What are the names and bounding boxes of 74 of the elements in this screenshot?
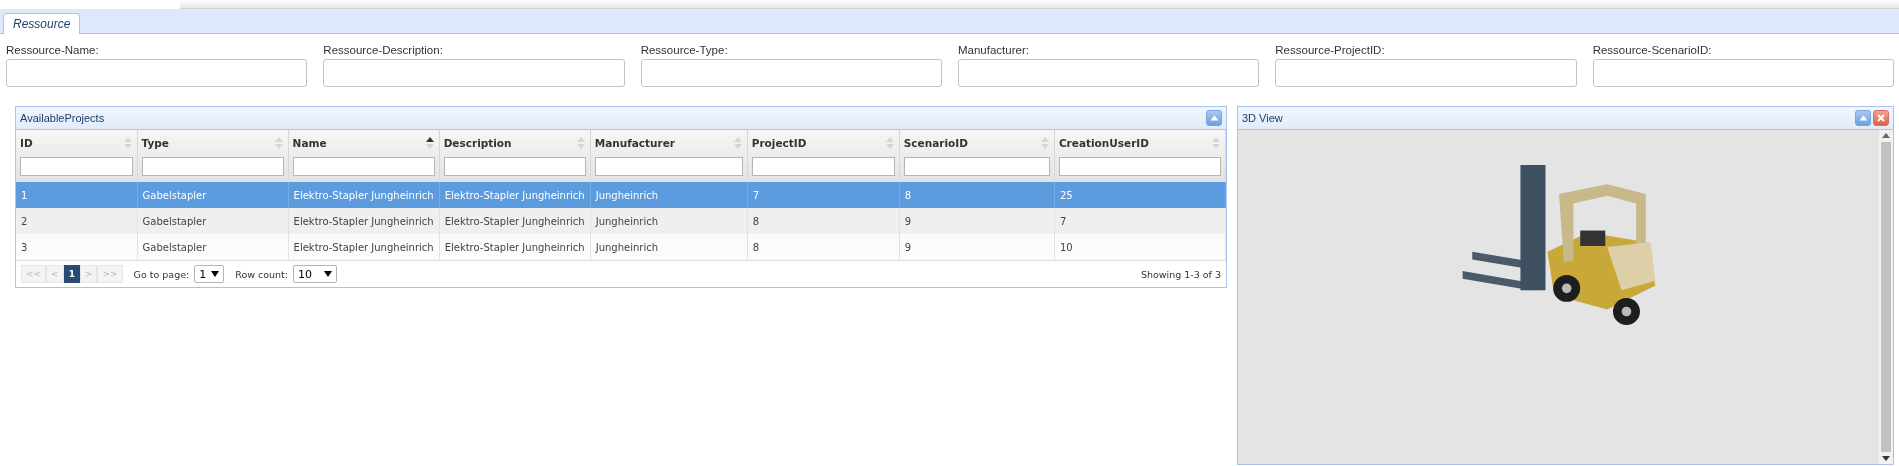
table-cell: Elektro-Stapler Jungheinrich [293,215,434,227]
table-cell: 9 [904,241,912,253]
field-label: Manufacturer: [958,44,1030,56]
column-header[interactable]: CreationUserID [1058,136,1149,149]
panel-title: AvailableProjects [20,112,105,124]
collapse-button[interactable] [1206,110,1222,126]
scroll-down-icon[interactable] [1882,456,1890,461]
table-cell: 2 [21,215,28,227]
table-cell: 8 [752,241,760,253]
scrollbar[interactable] [1879,130,1893,464]
table-cell: Gabelstapler [142,215,207,227]
input-field[interactable] [1275,59,1577,87]
row-count-select[interactable]: 10 [293,265,337,283]
row-summary: Showing 1-3 of 3 [1140,268,1221,280]
caret-icon [211,271,220,277]
table-cell: 1 [21,189,28,201]
table-cell: Elektro-Stapler Jungheinrich [444,215,585,227]
field-label: Ressource-ProjectID: [1275,44,1386,56]
field-label: Ressource-ScenarioID: [1592,44,1713,56]
input-field[interactable] [323,59,625,87]
column-header[interactable]: Manufacturer [594,136,676,149]
input-field[interactable] [1592,59,1894,87]
table-cell: 7 [752,189,760,201]
collapse-button[interactable] [1855,110,1871,126]
sort-icon[interactable] [424,135,435,150]
filter-field[interactable] [20,157,133,176]
table-cell: 7 [1059,215,1067,227]
table-cell: Elektro-Stapler Jungheinrich [444,189,585,201]
table-cell: Elektro-Stapler Jungheinrich [444,241,585,253]
field-label: Ressource-Type: [640,44,729,56]
filter-field[interactable] [141,157,284,176]
column-header[interactable]: ProjectID [751,136,807,149]
filter-field[interactable] [903,157,1050,176]
filter-field[interactable] [594,157,743,176]
filter-field[interactable] [1058,157,1221,176]
collapse-icon [1209,115,1219,121]
column-header[interactable]: ScenarioID [903,136,968,149]
collapse-icon [1858,115,1868,121]
scroll-up-icon[interactable] [1882,133,1890,138]
table-cell: Jungheinrich [595,241,658,253]
field-label: Ressource-Description: [323,44,444,56]
filter-field[interactable] [292,157,435,176]
goto-label: Go to page: [133,268,190,280]
panel-title: 3D View [1242,112,1283,124]
table-cell: Gabelstapler [142,241,207,253]
page-select[interactable]: 1 [194,265,225,283]
table-row[interactable]: 2 Gabelstapler Elektro-Stapler Jungheinrich Elektro-Stapler Jungheinrich Jungheinrich 8 9 7 [16,208,1226,234]
input-field[interactable] [6,59,308,87]
caret-icon [324,271,332,277]
table-cell: 8 [904,189,912,201]
table-cell: 25 [1059,189,1073,201]
filter-field[interactable] [443,157,586,176]
table-cell: 10 [1059,241,1073,253]
close-icon [1877,114,1885,122]
row-count-label: Row count: [235,268,288,280]
input-field[interactable] [958,59,1260,87]
filter-field[interactable] [751,157,895,176]
table-cell: Gabelstapler [142,189,207,201]
table-cell: 3 [21,241,28,253]
table-cell: Elektro-Stapler Jungheinrich [293,189,434,201]
table-cell: Elektro-Stapler Jungheinrich [293,241,434,253]
column-header[interactable]: Description [443,136,512,149]
input-field[interactable] [640,59,942,87]
table-cell: 8 [752,215,760,227]
table-cell: Jungheinrich [595,215,658,227]
table-row[interactable]: 3 Gabelstapler Elektro-Stapler Jungheinrich Elektro-Stapler Jungheinrich Jungheinrich 8 9 10 [16,234,1226,260]
column-header[interactable]: Type [141,136,169,149]
column-header[interactable]: ID [20,136,33,149]
table-cell: Jungheinrich [595,189,658,201]
close-button[interactable] [1873,110,1889,126]
field-label: Ressource-Name: [6,44,100,56]
table-cell: 9 [904,215,912,227]
tab[interactable]: Ressource [3,13,81,34]
column-header[interactable]: Name [292,136,327,149]
